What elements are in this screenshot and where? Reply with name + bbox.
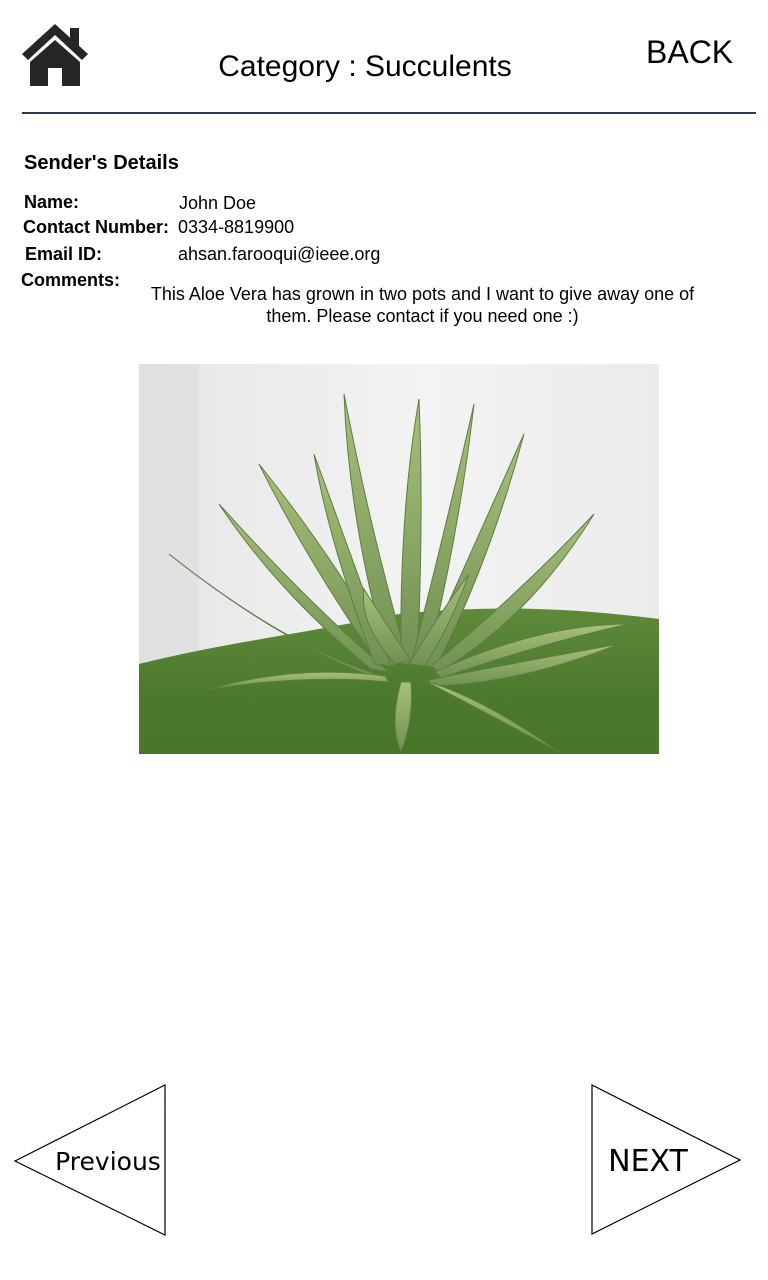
contact-number-label: Contact Number:	[23, 217, 170, 237]
name-value: John Doe	[179, 193, 257, 213]
next-label: NEXT	[608, 1144, 688, 1179]
left-triangle-icon: Previous	[13, 1084, 166, 1236]
comments-label: Comments:	[21, 270, 121, 290]
right-triangle-icon: NEXT	[591, 1084, 742, 1235]
email-label: Email ID:	[25, 244, 103, 264]
header-divider	[22, 112, 756, 114]
plant-photo	[139, 364, 659, 754]
next-button[interactable]: NEXT	[588, 1082, 746, 1240]
section-title: Sender's Details	[24, 152, 179, 174]
page-title: Category : Succulents	[218, 50, 512, 83]
contact-number-value: 0334-8819900	[178, 217, 295, 237]
email-value: ahsan.farooqui@ieee.org	[178, 244, 381, 264]
back-button[interactable]: BACK	[646, 34, 733, 71]
name-label: Name:	[24, 192, 80, 212]
previous-label: Previous	[55, 1147, 161, 1176]
comments-value: This Aloe Vera has grown in two pots and…	[150, 284, 695, 326]
previous-button[interactable]: Previous	[12, 1082, 170, 1240]
